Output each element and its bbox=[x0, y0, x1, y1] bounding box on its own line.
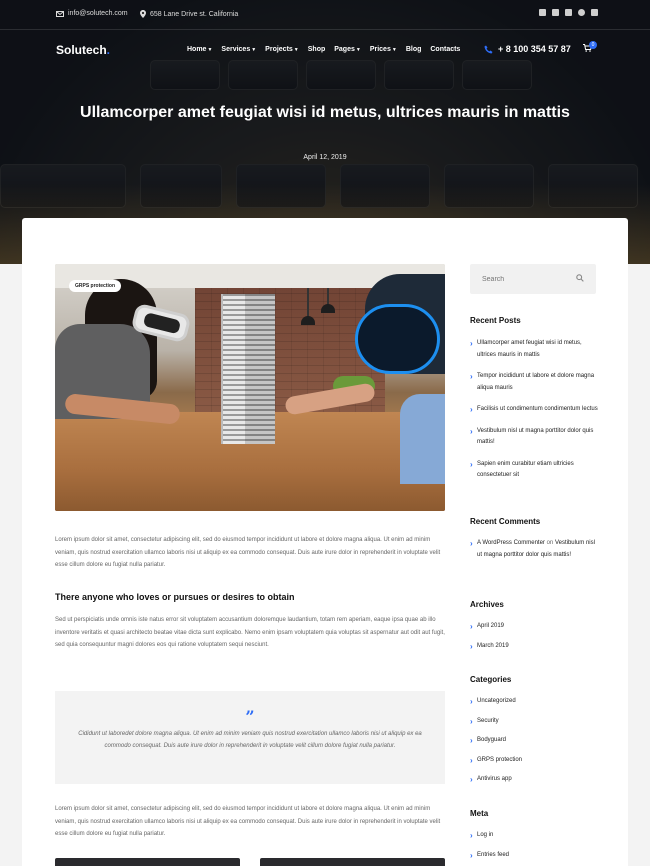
post-subheading: There anyone who loves or pursues or des… bbox=[55, 592, 295, 602]
top-info-bar: info@solutech.com 658 Lane Drive st. Cal… bbox=[0, 0, 650, 30]
page-title: Ullamcorper amet feugiat wisi id metus, … bbox=[80, 104, 570, 121]
archives-title: Archives bbox=[470, 600, 504, 609]
nav-item-pages[interactable]: Pages▼ bbox=[334, 46, 361, 53]
facebook-icon[interactable] bbox=[539, 9, 546, 16]
phone-number: + 8 100 354 57 87 bbox=[498, 44, 571, 54]
recent-post-link[interactable]: Facilisis ut condimentum condimentum lec… bbox=[470, 404, 598, 416]
recent-post-link[interactable]: Tempor incididunt ut labore et dolore ma… bbox=[470, 371, 598, 394]
recent-comments-title: Recent Comments bbox=[470, 517, 541, 526]
linkedin-icon[interactable] bbox=[591, 9, 598, 16]
image-category-tag[interactable]: GRPS protection bbox=[69, 280, 122, 292]
category-link[interactable]: Uncategorized bbox=[470, 696, 598, 708]
recent-comments-list: A WordPress Commenter on Vestibulum nisl… bbox=[470, 538, 598, 561]
chevron-down-icon: ▼ bbox=[207, 47, 213, 53]
nav-item-blog[interactable]: Blog bbox=[406, 46, 422, 53]
post-featured-image: GRPS protection bbox=[55, 264, 445, 511]
categories-title: Categories bbox=[470, 675, 512, 684]
mail-icon bbox=[56, 10, 64, 17]
nav-item-shop[interactable]: Shop bbox=[308, 46, 326, 53]
cart-button[interactable]: 0 bbox=[583, 41, 597, 54]
recent-posts-title: Recent Posts bbox=[470, 316, 521, 325]
archive-link[interactable]: April 2019 bbox=[470, 621, 598, 633]
nav-item-prices[interactable]: Prices▼ bbox=[370, 46, 397, 53]
meta-list: Log in Entries feed bbox=[470, 830, 598, 866]
chevron-down-icon: ▼ bbox=[391, 47, 397, 53]
recent-post-link[interactable]: Vestibulum nisl ut magna porttitor dolor… bbox=[470, 426, 598, 449]
sidebar-search bbox=[470, 264, 596, 294]
category-link[interactable]: GRPS protection bbox=[470, 755, 598, 767]
site-logo[interactable]: Solutech. bbox=[56, 43, 110, 57]
search-icon[interactable] bbox=[576, 274, 584, 282]
quote-text: Cididunt ut laboredet dolore magna aliqu… bbox=[78, 731, 422, 749]
recent-post-link[interactable]: Ullamcorper amet feugiat wisi id metus, … bbox=[470, 338, 598, 361]
post-date: April 12, 2019 bbox=[303, 154, 347, 161]
contact-email[interactable]: info@solutech.com bbox=[56, 10, 128, 17]
nav-item-services[interactable]: Services▼ bbox=[221, 46, 256, 53]
blockquote: ” Cididunt ut laboredet dolore magna ali… bbox=[55, 691, 445, 784]
comment-on-label: on bbox=[546, 540, 554, 546]
archive-link[interactable]: March 2019 bbox=[470, 641, 598, 653]
nav-item-home[interactable]: Home▼ bbox=[187, 46, 212, 53]
meta-link-entries-feed[interactable]: Entries feed bbox=[470, 850, 598, 862]
nav-item-projects[interactable]: Projects▼ bbox=[265, 46, 299, 53]
gallery-image bbox=[55, 858, 240, 866]
chevron-down-icon: ▼ bbox=[355, 47, 361, 53]
twitter-icon[interactable] bbox=[552, 9, 559, 16]
meta-link-login[interactable]: Log in bbox=[470, 830, 598, 842]
chevron-down-icon: ▼ bbox=[293, 47, 299, 53]
chevron-down-icon: ▼ bbox=[251, 47, 257, 53]
nav-item-contacts[interactable]: Contacts bbox=[430, 46, 460, 53]
main-navigation: Solutech. Home▼ Services▼ Projects▼ Shop… bbox=[0, 30, 650, 70]
categories-list: Uncategorized Security Bodyguard GRPS pr… bbox=[470, 696, 598, 794]
category-link[interactable]: Security bbox=[470, 716, 598, 728]
recent-comment: A WordPress Commenter on Vestibulum nisl… bbox=[470, 538, 598, 561]
nav-menu: Home▼ Services▼ Projects▼ Shop Pages▼ Pr… bbox=[187, 46, 460, 53]
header-phone[interactable]: + 8 100 354 57 87 bbox=[484, 44, 571, 54]
cart-count-badge: 0 bbox=[589, 41, 597, 49]
quote-icon: ” bbox=[245, 707, 255, 726]
category-link[interactable]: Antivirus app bbox=[470, 774, 598, 786]
youtube-icon[interactable] bbox=[565, 9, 572, 16]
post-paragraph-2: Sed ut perspiciatis unde omnis iste natu… bbox=[55, 617, 445, 648]
post-paragraph-1: Lorem ipsum dolor sit amet, consectetur … bbox=[55, 537, 441, 568]
comment-author-link[interactable]: A WordPress Commenter bbox=[477, 540, 545, 546]
email-text: info@solutech.com bbox=[68, 10, 128, 17]
category-link[interactable]: Bodyguard bbox=[470, 735, 598, 747]
location-pin-icon bbox=[140, 10, 146, 18]
post-card: GRPS protection Lorem ipsum dolor sit am… bbox=[22, 218, 628, 866]
post-paragraph-3: Lorem ipsum dolor sit amet, consectetur … bbox=[55, 806, 441, 837]
recent-posts-list: Ullamcorper amet feugiat wisi id metus, … bbox=[470, 338, 598, 492]
recent-post-link[interactable]: Sapien enim curabitur etiam ultricies co… bbox=[470, 459, 598, 482]
meta-title: Meta bbox=[470, 809, 489, 818]
github-icon[interactable] bbox=[578, 9, 585, 16]
phone-icon bbox=[484, 45, 493, 53]
social-links bbox=[539, 9, 598, 16]
contact-address: 658 Lane Drive st. California bbox=[140, 10, 238, 18]
gallery-image bbox=[260, 858, 445, 866]
address-text: 658 Lane Drive st. California bbox=[150, 10, 239, 18]
archives-list: April 2019 March 2019 bbox=[470, 621, 598, 660]
